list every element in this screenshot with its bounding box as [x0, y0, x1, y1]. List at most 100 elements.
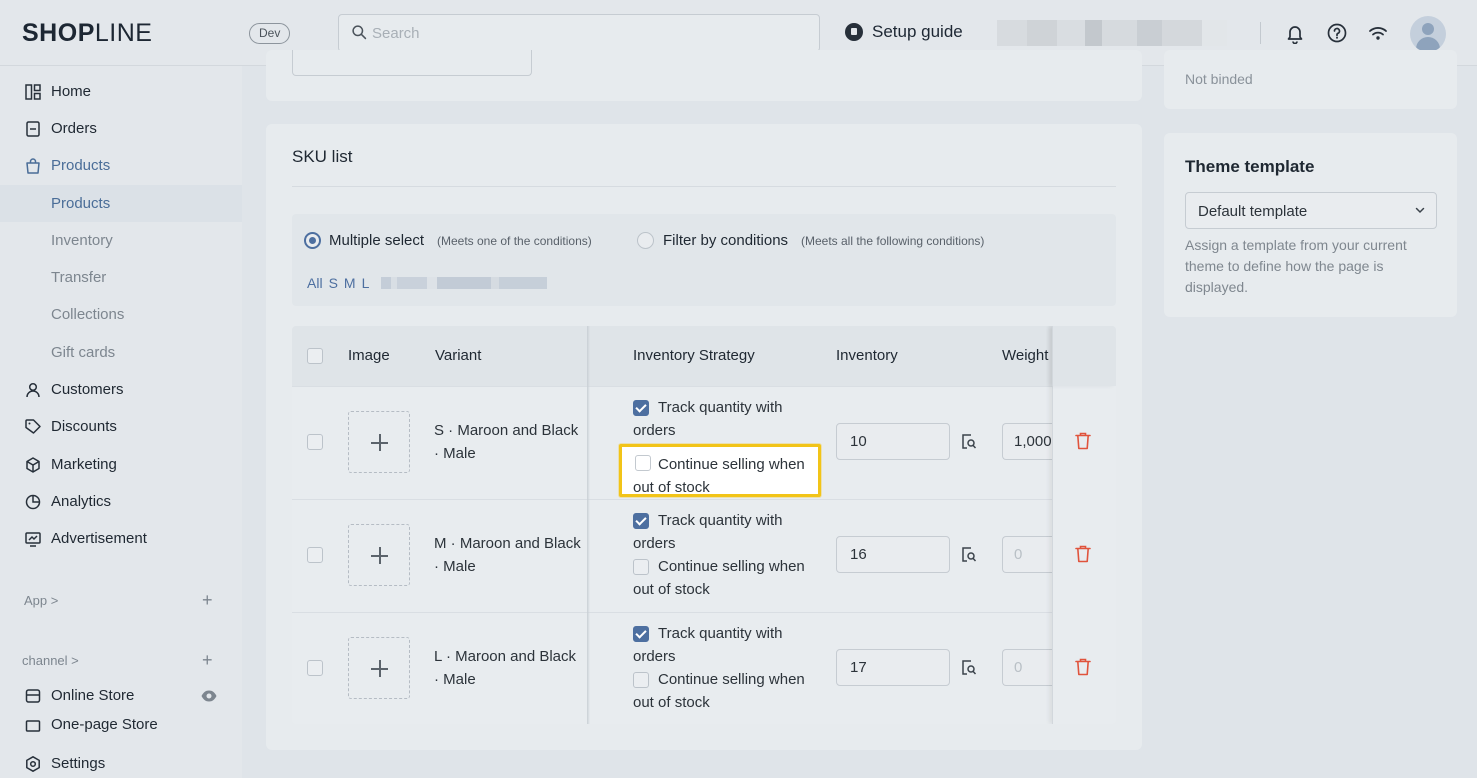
inventory-input[interactable]: 10 — [836, 423, 950, 460]
sidebar-item-home[interactable]: Home — [0, 73, 242, 110]
tag-all[interactable]: All — [307, 275, 323, 291]
sidebar-item-marketing[interactable]: Marketing — [0, 446, 242, 483]
divider — [292, 186, 1116, 187]
sidebar-item-products[interactable]: Products — [0, 147, 242, 184]
select-all-checkbox[interactable] — [307, 348, 323, 364]
store-name-blurred[interactable] — [997, 20, 1227, 46]
row-checkbox[interactable] — [307, 660, 323, 676]
delete-icon[interactable] — [1074, 544, 1092, 564]
continue-selling-checkbox[interactable] — [633, 559, 649, 575]
variant-name: L · Maroon and Black · Male — [434, 648, 577, 688]
sidebar-item-label: One-page Store — [51, 716, 158, 732]
setup-guide-button[interactable]: Setup guide — [845, 22, 963, 42]
store-icon — [25, 688, 41, 703]
sidebar-item-customers[interactable]: Customers — [0, 371, 242, 408]
partial-input[interactable] — [292, 50, 532, 76]
track-quantity-checkbox[interactable] — [633, 513, 649, 529]
setup-guide-label: Setup guide — [872, 22, 963, 41]
actions-column-header — [1052, 326, 1116, 386]
add-channel-icon[interactable]: + — [202, 650, 213, 671]
sidebar-subitem-label: Transfer — [51, 269, 107, 286]
inventory-detail-icon[interactable] — [960, 546, 977, 563]
variant-name: M · Maroon and Black · Male — [434, 535, 581, 575]
app-group-label[interactable]: App > — [24, 593, 58, 608]
sidebar-item-label: Customers — [51, 381, 124, 398]
multiple-select-label[interactable]: Multiple select — [329, 232, 424, 249]
settings-icon — [26, 755, 40, 772]
continue-selling-checkbox[interactable] — [633, 672, 649, 688]
delete-icon[interactable] — [1074, 431, 1092, 451]
add-image-button[interactable] — [348, 411, 410, 473]
bell-icon[interactable] — [1284, 22, 1306, 44]
eye-icon[interactable] — [200, 687, 218, 705]
sidebar-subitem-transfer[interactable]: Transfer — [0, 259, 242, 296]
tag-s[interactable]: S — [329, 275, 338, 291]
add-app-icon[interactable]: + — [202, 590, 213, 611]
sidebar-item-one-page-store[interactable]: One-page Store — [0, 714, 242, 732]
row-checkbox[interactable] — [307, 547, 323, 563]
orders-icon — [26, 120, 40, 137]
track-quantity-option[interactable]: Track quantity with orders — [633, 396, 819, 442]
sidebar-item-advertisement[interactable]: Advertisement — [0, 520, 242, 557]
sidebar-item-settings[interactable]: Settings — [0, 745, 242, 778]
sidebar-item-analytics[interactable]: Analytics — [0, 483, 242, 520]
sidebar-subitem-label: Gift cards — [51, 344, 116, 361]
delete-icon[interactable] — [1074, 657, 1092, 677]
multiple-select-radio[interactable] — [304, 232, 321, 249]
filter-conditions-label[interactable]: Filter by conditions — [663, 232, 788, 249]
table-header: Image Variant Inventory Strategy Invento… — [292, 326, 1116, 386]
inventory-input[interactable]: 17 — [836, 649, 950, 686]
sidebar-item-discounts[interactable]: Discounts — [0, 408, 242, 445]
blurred-tags[interactable] — [381, 277, 548, 289]
chevron-down-icon — [1415, 207, 1425, 214]
track-quantity-option[interactable]: Track quantity with orders — [633, 509, 819, 555]
filter-conditions-hint: (Meets all the following conditions) — [801, 234, 985, 248]
pie-icon — [25, 494, 41, 509]
channel-group-label[interactable]: channel > — [22, 653, 79, 668]
wifi-icon[interactable] — [1367, 22, 1389, 44]
sidebar-item-online-store[interactable]: Online Store — [0, 677, 242, 714]
search-box[interactable] — [338, 14, 820, 52]
theme-template-select[interactable]: Default template — [1185, 192, 1437, 229]
continue-selling-label: Continue selling when out of stock — [633, 456, 805, 496]
sidebar-subitem-gift-cards[interactable]: Gift cards — [0, 334, 242, 371]
add-image-button[interactable] — [348, 637, 410, 699]
inventory-input[interactable]: 16 — [836, 536, 950, 573]
sidebar-item-label: Marketing — [51, 456, 117, 473]
help-icon[interactable] — [1326, 22, 1348, 44]
column-header: Image — [348, 347, 390, 364]
continue-selling-option[interactable]: Continue selling when out of stock — [633, 668, 819, 714]
sku-filter-box: Multiple select (Meets one of the condit… — [292, 214, 1116, 306]
sidebar-subitem-collections[interactable]: Collections — [0, 296, 242, 333]
track-quantity-checkbox[interactable] — [633, 400, 649, 416]
user-avatar[interactable] — [1410, 16, 1446, 52]
env-badge: Dev — [249, 23, 291, 44]
sidebar-item-label: Products — [51, 157, 111, 174]
multiple-select-hint: (Meets one of the conditions) — [437, 234, 592, 248]
inventory-detail-icon[interactable] — [960, 659, 977, 676]
sidebar-subitem-inventory[interactable]: Inventory — [0, 222, 242, 259]
inventory-detail-icon[interactable] — [960, 433, 977, 450]
theme-template-description: Assign a template from your current them… — [1185, 237, 1407, 295]
sidebar-item-label: Analytics — [51, 493, 112, 510]
add-image-button[interactable] — [348, 524, 410, 586]
sidebar-subitem-label: Products — [51, 195, 111, 212]
tag-l[interactable]: L — [362, 275, 370, 291]
sidebar-item-orders[interactable]: Orders — [0, 110, 242, 147]
track-quantity-option[interactable]: Track quantity with orders — [633, 622, 819, 668]
sidebar-item-label: Online Store — [51, 687, 135, 704]
sku-list-card: SKU list Multiple select (Meets one of t… — [266, 124, 1142, 750]
search-input[interactable] — [372, 15, 812, 51]
sidebar-subitem-products[interactable]: Products — [0, 185, 242, 222]
binding-status: Not binded — [1185, 71, 1253, 87]
continue-selling-option-highlighted[interactable]: Continue selling when out of stock — [619, 444, 821, 497]
filter-conditions-radio[interactable] — [637, 232, 654, 249]
frozen-column-shadow — [587, 326, 590, 724]
tag-m[interactable]: M — [344, 275, 356, 291]
row-checkbox[interactable] — [307, 434, 323, 450]
sidebar: Home Orders Products Products Inventory … — [0, 66, 242, 778]
track-quantity-checkbox[interactable] — [633, 626, 649, 642]
shopline-logo[interactable]: SHOPLINE — [22, 19, 152, 48]
page-icon — [25, 720, 41, 732]
continue-selling-option[interactable]: Continue selling when out of stock — [633, 555, 819, 601]
